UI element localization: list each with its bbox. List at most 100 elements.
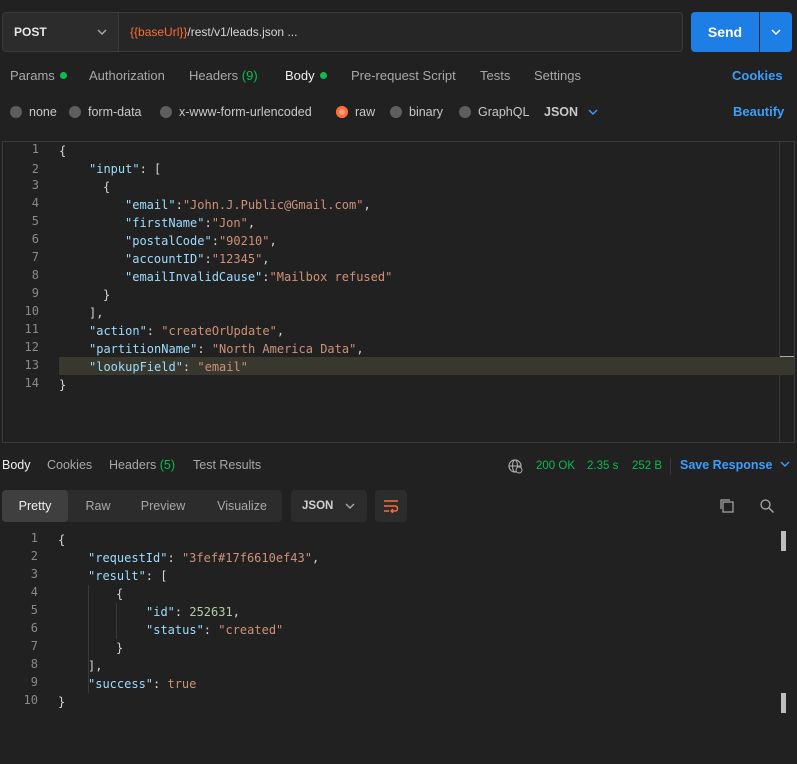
tab-headers[interactable]: Headers (9)	[189, 68, 258, 83]
save-response-button[interactable]: Save Response	[680, 458, 790, 472]
body-format-label: JSON	[544, 105, 579, 119]
json-key: "input"	[89, 162, 140, 176]
radio-urlencoded-icon	[160, 106, 172, 118]
send-button[interactable]: Send	[691, 12, 759, 52]
chevron-down-icon	[780, 461, 790, 467]
chevron-down-icon	[97, 29, 107, 35]
copy-icon[interactable]	[719, 498, 735, 514]
radio-urlencoded[interactable]: x-www-form-urlencoded	[160, 105, 312, 119]
view-raw[interactable]: Raw	[68, 490, 128, 522]
line-number: 7	[30, 639, 38, 653]
json-key: "postalCode"	[125, 234, 212, 248]
line-number: 2	[31, 162, 39, 176]
response-status[interactable]: 200 OK	[536, 460, 575, 472]
wrap-lines-button[interactable]	[375, 490, 407, 522]
radio-raw-label: raw	[355, 105, 376, 119]
send-options-button[interactable]	[760, 12, 792, 52]
code-line: ],	[88, 659, 103, 673]
tab-params[interactable]: Params	[10, 68, 67, 83]
tab-settings[interactable]: Settings	[534, 68, 581, 83]
view-visualize[interactable]: Visualize	[202, 490, 282, 522]
response-tab-headers-label: Headers	[109, 458, 157, 472]
response-scroll-thumb[interactable]	[781, 693, 786, 713]
code-line: }	[59, 378, 67, 392]
response-body-viewer[interactable]: 1 2 3 4 5 6 7 8 9 10 { "requestId": "3fe…	[2, 531, 795, 731]
tab-params-label: Params	[10, 68, 55, 83]
code-line: {	[59, 144, 67, 158]
radio-binary[interactable]: binary	[390, 105, 443, 119]
response-format-select[interactable]: JSON	[291, 490, 367, 522]
chevron-down-icon	[771, 29, 781, 36]
code-line: "action": "createOrUpdate",	[89, 324, 285, 338]
body-format-select[interactable]: JSON	[544, 105, 598, 119]
json-value: 252631	[189, 605, 233, 619]
line-number: 9	[30, 675, 38, 689]
json-key: "partitionName"	[89, 342, 198, 356]
save-response-label: Save Response	[680, 458, 773, 472]
json-key: "id"	[146, 605, 175, 619]
radio-graphql[interactable]: GraphQL	[459, 105, 529, 119]
json-value: "created"	[218, 623, 284, 637]
response-tab-test-results[interactable]: Test Results	[193, 458, 261, 472]
code-line: "success": true	[88, 677, 197, 691]
json-value: "12345"	[211, 252, 263, 266]
cookies-link[interactable]: Cookies	[732, 68, 783, 83]
response-tab-cookies[interactable]: Cookies	[47, 458, 92, 472]
code-line: "partitionName": "North America Data",	[89, 342, 364, 356]
url-input[interactable]: {{baseUrl}}/rest/v1/leads.json ...	[118, 12, 683, 52]
search-icon[interactable]	[759, 498, 775, 514]
radio-urlencoded-label: x-www-form-urlencoded	[179, 105, 312, 119]
code-line: "result": [	[88, 567, 167, 585]
indent-guide	[116, 603, 117, 639]
radio-none[interactable]: none	[10, 105, 57, 119]
radio-none-icon	[10, 106, 22, 118]
json-key: "result"	[88, 569, 146, 583]
globe-icon[interactable]	[507, 458, 523, 474]
method-select[interactable]: POST	[2, 12, 118, 52]
json-value: "Mailbox refused"	[269, 270, 393, 284]
json-value: "Jon"	[211, 216, 248, 230]
response-size[interactable]: 252 B	[632, 460, 662, 472]
line-number: 7	[31, 250, 39, 264]
json-value: "John.J.Public@Gmail.com"	[182, 198, 364, 212]
tab-body-label: Body	[285, 68, 315, 83]
code-line: }	[116, 641, 124, 655]
radio-form-data[interactable]: form-data	[69, 105, 142, 119]
line-number: 5	[30, 603, 38, 617]
code-line: "status": "created"	[146, 623, 284, 637]
wrap-lines-icon	[384, 500, 399, 513]
tab-prerequest-script[interactable]: Pre-request Script	[351, 68, 456, 83]
response-scroll-thumb[interactable]	[781, 531, 786, 551]
headers-count: (9)	[241, 68, 258, 83]
line-number: 4	[30, 585, 38, 599]
json-key: "accountID"	[125, 252, 205, 266]
response-time[interactable]: 2.35 s	[587, 460, 618, 472]
tab-authorization[interactable]: Authorization	[89, 68, 165, 83]
json-key: "status"	[146, 623, 204, 637]
line-number: 2	[30, 549, 38, 563]
radio-form-data-label: form-data	[88, 105, 142, 119]
code-line: "requestId": "3fef#17f6610ef43",	[88, 551, 320, 565]
json-value: "email"	[197, 360, 248, 374]
params-indicator-dot	[59, 72, 67, 79]
line-number: 12	[24, 340, 39, 354]
line-number: 8	[30, 657, 38, 671]
view-preview[interactable]: Preview	[128, 490, 198, 522]
line-number: 8	[31, 268, 39, 282]
chevron-down-icon	[588, 109, 598, 115]
line-number: 10	[23, 693, 38, 707]
json-key: "email"	[125, 198, 176, 212]
radio-raw[interactable]: raw	[336, 105, 375, 119]
code-line: "accountID":"12345",	[125, 252, 270, 266]
beautify-button[interactable]: Beautify	[733, 104, 784, 119]
response-tab-body[interactable]: Body	[2, 458, 31, 472]
code-line: {	[116, 587, 124, 601]
view-pretty[interactable]: Pretty	[2, 490, 68, 522]
tab-tests[interactable]: Tests	[480, 68, 510, 83]
tab-body[interactable]: Body	[285, 68, 327, 83]
response-tab-headers[interactable]: Headers (5)	[109, 458, 175, 472]
request-tabs: Params Authorization Headers (9) Body Pr…	[0, 68, 797, 96]
request-body-editor[interactable]: 1 2 3 4 5 6 7 8 9 10 11 12 13 14 { "inpu…	[2, 141, 795, 443]
tab-headers-label: Headers	[189, 68, 239, 83]
code-line: "firstName":"Jon",	[125, 216, 256, 230]
